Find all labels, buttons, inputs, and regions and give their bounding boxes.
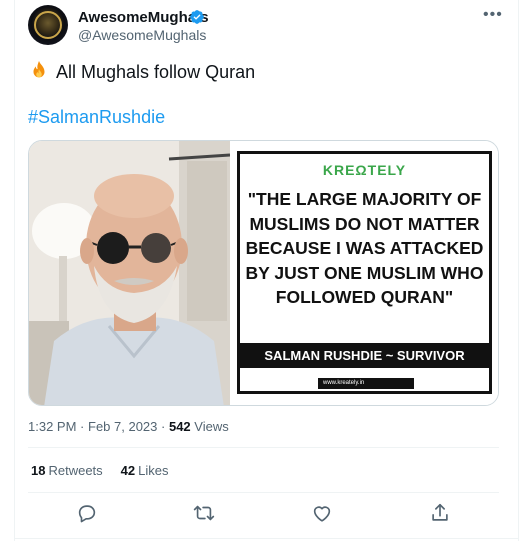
engagement-stats: 18 Retweets 42 Likes bbox=[31, 463, 169, 478]
retweets-label: Retweets bbox=[48, 463, 103, 478]
reply-icon[interactable] bbox=[76, 502, 98, 524]
quote-card: KREΩTELY "THE LARGE MAJORITY OF MUSLIMS … bbox=[230, 141, 498, 405]
tweet-body: All Mughals follow Quran bbox=[56, 62, 256, 82]
retweets-link[interactable]: 18 Retweets bbox=[31, 463, 103, 478]
tweet-text: All Mughals follow Quran bbox=[28, 60, 255, 84]
retweet-icon[interactable] bbox=[193, 502, 215, 524]
tweet-media-image[interactable]: KREΩTELY "THE LARGE MAJORITY OF MUSLIMS … bbox=[28, 140, 499, 406]
portrait-photo bbox=[29, 141, 230, 405]
retweets-count: 18 bbox=[31, 463, 46, 478]
tweet-date[interactable]: Feb 7, 2023 bbox=[88, 419, 157, 434]
share-icon[interactable] bbox=[429, 502, 451, 524]
quote-author-bar: SALMAN RUSHDIE ~ SURVIVOR bbox=[240, 343, 489, 368]
brand-url: www.kreately.in bbox=[318, 378, 414, 389]
likes-link[interactable]: 42 Likes bbox=[121, 463, 169, 478]
divider bbox=[28, 492, 499, 493]
divider bbox=[28, 447, 499, 448]
more-options-icon[interactable]: ••• bbox=[483, 6, 503, 24]
author-handle[interactable]: @AwesomeMughals bbox=[78, 27, 206, 43]
meta-dot: · bbox=[161, 419, 169, 434]
likes-count: 42 bbox=[120, 463, 136, 478]
avatar-emblem-icon bbox=[34, 11, 62, 39]
views-label: Views bbox=[194, 419, 229, 434]
likes-label: Likes bbox=[138, 463, 169, 478]
tweet-meta: 1:32 PM · Feb 7, 2023 · 542 Views bbox=[28, 419, 229, 434]
verified-badge-icon bbox=[190, 10, 204, 24]
like-icon[interactable] bbox=[311, 502, 333, 524]
views-count: 542 bbox=[168, 419, 191, 434]
portrait-illustration bbox=[29, 141, 230, 405]
brand-logo: KREΩTELY bbox=[322, 162, 407, 178]
hashtag-link[interactable]: #SalmanRushdie bbox=[28, 107, 165, 128]
quote-card-frame: KREΩTELY "THE LARGE MAJORITY OF MUSLIMS … bbox=[237, 151, 492, 394]
meta-dot: · bbox=[80, 419, 88, 434]
tweet-time[interactable]: 1:32 PM bbox=[28, 419, 76, 434]
divider bbox=[14, 538, 519, 539]
quote-text: "THE LARGE MAJORITY OF MUSLIMS DO NOT MA… bbox=[245, 189, 484, 307]
fire-icon bbox=[33, 60, 45, 78]
avatar[interactable] bbox=[28, 5, 68, 45]
